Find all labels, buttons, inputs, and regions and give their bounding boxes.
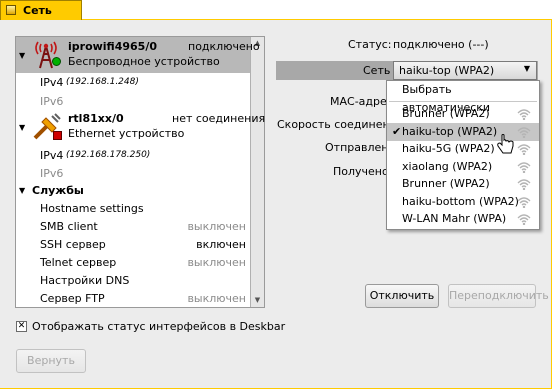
service-state: выключен [187,256,246,269]
status-online-icon [52,57,61,66]
interface-name: iprowifi4965/0 [68,40,157,53]
service-state: включен [196,238,246,251]
wifi-signal-icon [517,161,531,173]
wifi-signal-icon [517,126,531,138]
service-state: выключен [187,292,246,305]
network-menu[interactable]: Выбрать автоматически Brunner (WPA2) ✔ hai… [386,80,540,230]
menu-item-network[interactable]: Brunner (WPA2) [387,175,539,193]
ipv4-address: (192.168.1.248) [66,77,139,87]
reconnect-button[interactable]: Переподключить [448,284,549,308]
scroll-down-icon[interactable]: ▼ [251,294,264,307]
menu-item-label: haiku-top (WPA2) [402,124,498,138]
ipv4-address: (192.168.178.250) [66,150,151,160]
close-button[interactable] [6,5,16,15]
revert-button[interactable]: Вернуть [16,349,86,373]
menu-item-label: haiku-bottom (WPA2) [402,194,519,208]
service-item[interactable]: SMB client выключен [40,220,246,238]
chevron-down-icon: ▼ [523,64,530,73]
status-label: Статус: [348,38,392,51]
wifi-signal-icon [517,214,531,225]
menu-item-network[interactable]: xiaolang (WPA2) [387,158,539,176]
service-item[interactable]: SSH сервер включен [40,238,246,256]
service-item[interactable]: Telnet сервер выключен [40,256,246,274]
service-name: Сервер FTP [40,292,105,305]
menu-item-network[interactable]: ✔ haiku-top (WPA2) [387,122,539,141]
service-item[interactable]: Сервер FTP выключен [40,292,246,310]
menu-item-network[interactable]: haiku-5G (WPA2) [387,140,539,158]
service-name: Hostname settings [40,202,144,215]
service-name: Настройки DNS [40,274,130,287]
ipv6-label: IPv6 [40,95,64,108]
services-header: Службы [32,184,84,197]
expand-arrow-icon[interactable]: ▼ [19,123,25,132]
list-scrollbar[interactable]: ▲ ▼ [250,37,264,307]
wifi-signal-icon [517,196,531,208]
interface-name: rtl81xx/0 [68,112,124,125]
wifi-signal-icon [517,179,531,190]
network-select[interactable]: haiku-top (WPA2) ▼ [393,61,537,80]
window-title: Сеть [23,4,52,17]
received-label: Получено: [333,165,393,178]
menu-item-auto[interactable]: Выбрать автоматически [387,81,539,114]
status-value: подключено (---) [393,38,489,51]
network-select-value: haiku-top (WPA2) [399,64,495,77]
ipv6-label: IPv6 [40,167,64,180]
service-item[interactable]: Hostname settings [40,202,246,220]
menu-item-label: xiaolang (WPA2) [402,159,493,173]
service-name: SSH сервер [40,238,106,251]
window-tab[interactable]: Сеть [0,0,82,20]
checkmark-icon: ✔ [392,124,402,138]
menu-item-label: Brunner (WPA2) [402,107,490,120]
hand-cursor-icon [497,134,514,154]
service-item[interactable]: Настройки DNS [40,274,246,292]
status-offline-icon [53,131,62,140]
menu-item-label: haiku-5G (WPA2) [402,142,495,155]
ipv4-label: IPv4 [40,76,64,89]
wifi-signal-icon [517,144,531,155]
deskbar-checkbox-label: Отображать статус интерфейсов в Deskbar [32,320,286,333]
ipv4-label: IPv4 [40,149,64,162]
menu-separator [389,101,537,102]
interface-status: подключено [188,40,260,53]
expand-arrow-icon[interactable]: ▼ [19,51,25,60]
menu-item-label: Brunner (WPA2) [402,177,490,190]
menu-item-network[interactable]: W-LAN Mahr (WPA) [387,210,539,228]
service-name: SMB client [40,220,98,233]
service-state: выключен [187,220,246,233]
interface-type: Ethernet устройство [68,127,185,140]
menu-item-network[interactable]: haiku-bottom (WPA2) [387,193,539,211]
deskbar-checkbox[interactable]: ✕ [16,321,27,332]
menu-item-network[interactable]: Brunner (WPA2) [387,105,539,123]
network-label: Сеть [363,64,391,77]
wifi-signal-icon [517,109,531,120]
interface-type: Беспроводное устройство [68,55,220,68]
disconnect-button[interactable]: Отключить [365,284,439,308]
interface-status: нет соединения [172,112,266,125]
service-name: Telnet сервер [40,256,117,269]
menu-item-label: W-LAN Mahr (WPA) [402,212,507,225]
expand-arrow-icon[interactable]: ▼ [19,186,25,195]
